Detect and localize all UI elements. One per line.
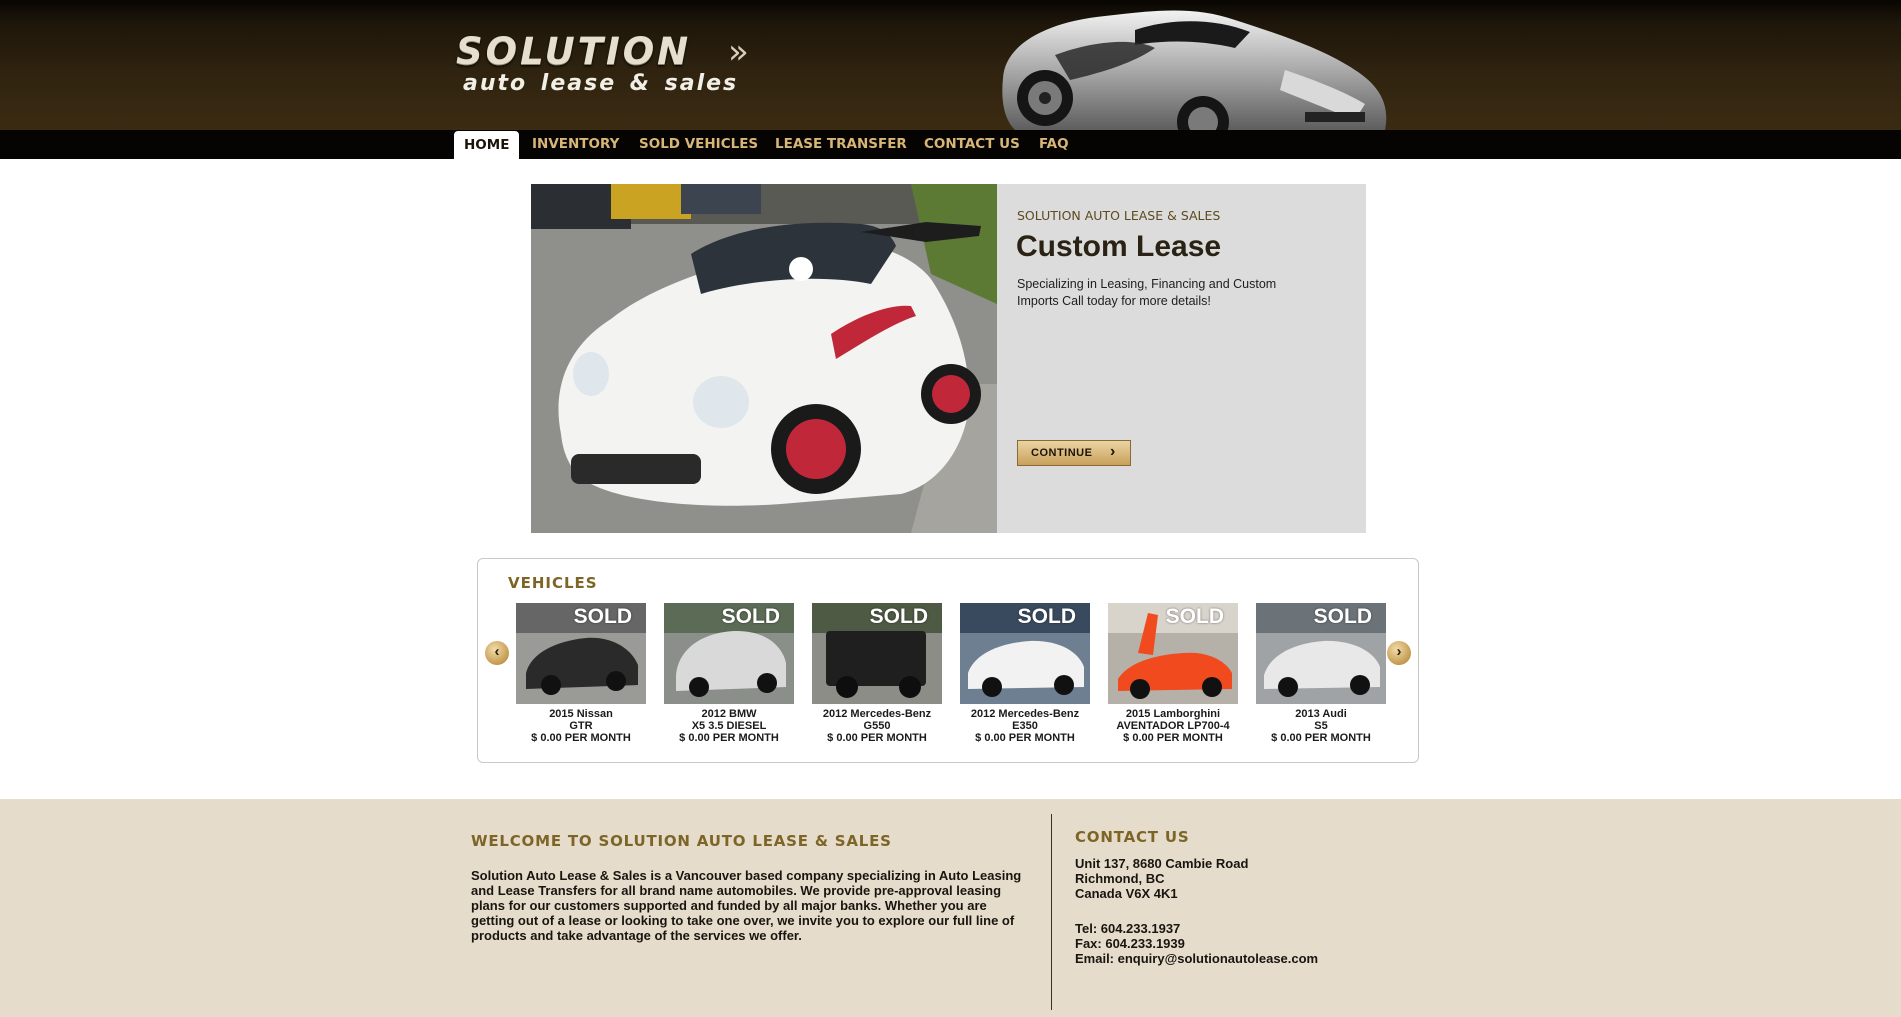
vehicle-card[interactable]: SOLD 2013 Audi S5 $ 0.00 PER MONTH — [1256, 603, 1386, 744]
contact-address-line-1: Unit 137, 8680 Cambie Road — [1075, 856, 1249, 871]
continue-button-label: CONTINUE — [1031, 447, 1093, 459]
chevron-right-icon: › — [1396, 643, 1402, 660]
slide-kicker: SOLUTION AUTO LEASE & SALES — [1017, 208, 1221, 223]
vehicle-price: $ 0.00 PER MONTH — [1271, 732, 1371, 744]
sold-badge: SOLD — [1313, 605, 1372, 628]
welcome-title: WELCOME TO SOLUTION AUTO LEASE & SALES — [471, 832, 892, 850]
nav-sold-vehicles[interactable]: SOLD VEHICLES — [639, 130, 758, 159]
contact-fax: Fax: 604.233.1939 — [1075, 936, 1185, 951]
vehicle-name: 2012 Mercedes-Benz — [970, 708, 1080, 720]
welcome-text: Solution Auto Lease & Sales is a Vancouv… — [471, 868, 1022, 943]
chevron-left-icon: ‹ — [494, 643, 500, 660]
nav-lease-transfer[interactable]: LEASE TRANSFER — [775, 130, 907, 159]
nav-faq[interactable]: FAQ — [1039, 130, 1069, 159]
logo-chevrons: » — [728, 32, 749, 72]
vehicle-name: 2012 BMW — [701, 708, 757, 720]
vehicles-title: VEHICLES — [508, 574, 598, 592]
nav-inventory[interactable]: INVENTORY — [532, 130, 619, 159]
featured-slide: SOLUTION AUTO LEASE & SALES Custom Lease… — [531, 184, 1366, 533]
header-car-image — [1002, 10, 1387, 130]
carousel-prev-button[interactable]: ‹ — [485, 641, 509, 665]
vehicle-model: S5 — [1314, 720, 1328, 732]
sold-badge: SOLD — [1165, 605, 1224, 628]
vehicle-model: E350 — [1012, 720, 1038, 732]
featured-car-photo[interactable] — [531, 184, 997, 533]
vehicle-model: GTR — [569, 720, 593, 732]
sold-badge: SOLD — [869, 605, 928, 628]
vehicle-thumbnail[interactable]: SOLD — [516, 603, 646, 704]
vehicle-model: AVENTADOR LP700-4 — [1116, 720, 1230, 732]
vehicle-price: $ 0.00 PER MONTH — [827, 732, 927, 744]
slide-description: Specializing in Leasing, Financing and C… — [1017, 277, 1277, 308]
sold-badge: SOLD — [573, 605, 632, 628]
footer-divider — [1051, 814, 1052, 1010]
sold-badge: SOLD — [1017, 605, 1076, 628]
vehicle-card[interactable]: SOLD 2012 BMW X5 3.5 DIESEL $ 0.00 PER M… — [664, 603, 794, 744]
site-logo[interactable]: SOLUTION » auto lease & sales — [456, 30, 756, 100]
contact-address-line-3: Canada V6X 4K1 — [1075, 886, 1178, 901]
vehicle-name: 2013 Audi — [1295, 708, 1347, 720]
contact-title: CONTACT US — [1075, 828, 1190, 846]
vehicle-price: $ 0.00 PER MONTH — [1123, 732, 1223, 744]
vehicle-card[interactable]: SOLD 2012 Mercedes-Benz E350 $ 0.00 PER … — [960, 603, 1090, 744]
vehicle-thumbnail[interactable]: SOLD — [960, 603, 1090, 704]
vehicle-card[interactable]: SOLD 2015 Nissan GTR $ 0.00 PER MONTH — [516, 603, 646, 744]
chevron-right-icon: › — [1110, 443, 1116, 460]
contact-address-line-2: Richmond, BC — [1075, 871, 1165, 886]
vehicle-name: 2015 Lamborghini — [1125, 708, 1221, 720]
continue-button[interactable]: CONTINUE › — [1017, 440, 1131, 466]
vehicle-thumbnail[interactable]: SOLD — [812, 603, 942, 704]
contact-tel[interactable]: Tel: 604.233.1937 — [1075, 921, 1180, 936]
vehicle-card[interactable]: SOLD 2015 Lamborghini AVENTADOR LP700-4 … — [1108, 603, 1238, 744]
slide-title: Custom Lease — [1016, 230, 1222, 263]
nav-contact-us[interactable]: CONTACT US — [924, 130, 1020, 159]
contact-email[interactable]: Email: enquiry@solutionautolease.com — [1075, 951, 1318, 966]
vehicle-card[interactable]: SOLD 2012 Mercedes-Benz G550 $ 0.00 PER … — [812, 603, 942, 744]
nav-home[interactable]: HOME — [454, 131, 520, 159]
vehicle-thumbnail[interactable]: SOLD — [1108, 603, 1238, 704]
vehicles-carousel: VEHICLES ‹ › SOLD 2015 Nissan GTR $ 0.00… — [477, 558, 1419, 763]
vehicle-price: $ 0.00 PER MONTH — [679, 732, 779, 744]
vehicle-price: $ 0.00 PER MONTH — [531, 732, 631, 744]
vehicle-name: 2012 Mercedes-Benz — [822, 708, 932, 720]
site-header: SOLUTION » auto lease & sales — [0, 0, 1901, 130]
vehicle-thumbnail[interactable]: SOLD — [664, 603, 794, 704]
logo-tagline: auto lease & sales — [463, 71, 739, 96]
sold-badge: SOLD — [721, 605, 780, 628]
logo-wordmark: SOLUTION — [456, 30, 692, 73]
vehicle-price: $ 0.00 PER MONTH — [975, 732, 1075, 744]
vehicle-thumbnail[interactable]: SOLD — [1256, 603, 1386, 704]
vehicle-model: G550 — [863, 720, 891, 732]
vehicle-model: X5 3.5 DIESEL — [691, 720, 767, 732]
carousel-next-button[interactable]: › — [1387, 641, 1411, 665]
vehicle-name: 2015 Nissan — [549, 708, 613, 720]
